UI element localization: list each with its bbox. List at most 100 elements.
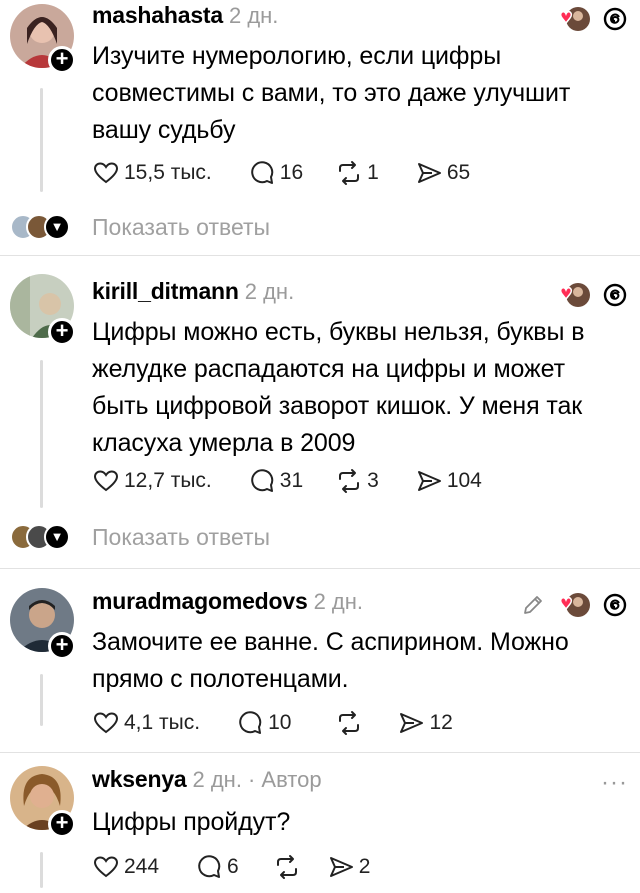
heart-with-avatar-icon bbox=[556, 590, 592, 620]
threads-logo-icon[interactable] bbox=[602, 6, 628, 32]
like-button[interactable]: 4,1 тыс. bbox=[92, 709, 200, 737]
timestamp: 2 дн. bbox=[313, 589, 364, 614]
comment-3: + muradmagomedovs 2 дн. Замочите ее ванн… bbox=[0, 582, 640, 750]
chevron-down-icon: ▼ bbox=[44, 214, 70, 240]
like-button[interactable]: 15,5 тыс. bbox=[92, 159, 212, 187]
reply-count: 6 bbox=[227, 855, 239, 878]
share-button[interactable]: 2 bbox=[327, 853, 371, 881]
like-count: 4,1 тыс. bbox=[124, 711, 201, 734]
reply-avatars: ▼ bbox=[10, 214, 80, 240]
heart-outline-icon bbox=[93, 856, 119, 878]
share-button[interactable]: 12 bbox=[397, 709, 453, 737]
comment-1: + mashahasta 2 дн. Изучите нумерологию, … bbox=[0, 0, 640, 254]
heart-with-avatar-icon bbox=[556, 4, 592, 34]
reply-button[interactable]: 6 bbox=[195, 853, 239, 881]
repost-count: 1 bbox=[367, 161, 379, 184]
more-dots-icon[interactable]: ··· bbox=[601, 769, 628, 797]
chevron-down-icon: ▼ bbox=[44, 524, 70, 550]
reply-button[interactable]: 16 bbox=[248, 159, 303, 187]
heart-with-avatar-icon bbox=[556, 280, 592, 310]
repost-arrows-icon bbox=[339, 161, 360, 185]
reply-count: 31 bbox=[279, 469, 304, 492]
comment-header: muradmagomedovs 2 дн. bbox=[92, 588, 363, 622]
reply-button[interactable]: 31 bbox=[248, 467, 303, 495]
like-button[interactable]: 12,7 тыс. bbox=[92, 467, 212, 495]
show-replies-link[interactable]: Показать ответы bbox=[92, 524, 270, 551]
username[interactable]: mashahasta bbox=[92, 2, 223, 29]
thread-line bbox=[40, 674, 43, 726]
divider bbox=[0, 568, 640, 569]
show-replies-row[interactable]: ▼ Показать ответы bbox=[10, 522, 270, 552]
send-icon bbox=[329, 857, 353, 877]
share-count: 104 bbox=[446, 469, 482, 492]
send-icon bbox=[400, 713, 424, 733]
show-replies-row[interactable]: ▼ Показать ответы bbox=[10, 212, 270, 242]
divider bbox=[0, 752, 640, 753]
like-count: 244 bbox=[124, 855, 160, 878]
speech-bubble-icon bbox=[250, 161, 273, 184]
timestamp: 2 дн. bbox=[228, 3, 279, 28]
pencil-icon[interactable] bbox=[520, 592, 546, 618]
thread-line bbox=[40, 852, 43, 888]
share-count: 12 bbox=[429, 711, 453, 734]
comment-meta-icons bbox=[546, 4, 628, 34]
repost-button[interactable]: 3 bbox=[335, 467, 379, 495]
heart-outline-icon bbox=[93, 712, 119, 734]
reply-button[interactable]: 10 bbox=[236, 709, 291, 737]
author-tag: · Автор bbox=[247, 767, 322, 792]
action-bar: 15,5 тыс. 16 1 65 bbox=[92, 158, 470, 188]
heart-outline-icon bbox=[93, 470, 119, 492]
speech-bubble-icon bbox=[198, 855, 221, 878]
show-replies-link[interactable]: Показать ответы bbox=[92, 214, 270, 241]
divider bbox=[0, 255, 640, 256]
like-button[interactable]: 244 bbox=[92, 853, 159, 881]
repost-button[interactable] bbox=[335, 709, 367, 737]
repost-arrows-icon bbox=[339, 711, 360, 735]
comment-meta-icons: ··· bbox=[591, 768, 628, 798]
comment-meta-icons bbox=[546, 280, 628, 310]
send-icon bbox=[417, 471, 441, 491]
repost-count: 3 bbox=[367, 469, 379, 492]
comment-header: mashahasta 2 дн. bbox=[92, 2, 278, 36]
follow-button[interactable]: + bbox=[48, 632, 76, 660]
threads-logo-icon[interactable] bbox=[602, 592, 628, 618]
share-count: 2 bbox=[358, 855, 371, 878]
username[interactable]: muradmagomedovs bbox=[92, 588, 308, 615]
action-bar: 12,7 тыс. 31 3 104 bbox=[92, 466, 482, 496]
follow-button[interactable]: + bbox=[48, 318, 76, 346]
heart-outline-icon bbox=[93, 162, 119, 184]
action-bar: 4,1 тыс. 10 12 bbox=[92, 708, 453, 738]
threads-logo-icon[interactable] bbox=[602, 282, 628, 308]
timestamp: 2 дн. bbox=[244, 279, 295, 304]
repost-button[interactable]: 1 bbox=[335, 159, 379, 187]
speech-bubble-icon bbox=[239, 711, 262, 734]
like-count: 15,5 тыс. bbox=[124, 161, 212, 184]
comment-text: Изучите нумерологию, если цифры совмести… bbox=[92, 42, 571, 144]
comment-header: kirill_ditmann 2 дн. bbox=[92, 278, 294, 312]
timestamp: 2 дн. bbox=[192, 767, 242, 792]
send-icon bbox=[417, 163, 441, 183]
comment-text: Цифры пройдут? bbox=[92, 808, 291, 836]
follow-button[interactable]: + bbox=[48, 46, 76, 74]
thread-line bbox=[40, 360, 43, 508]
comment-4: + wksenya 2 дн. · Автор ··· Цифры пройду… bbox=[0, 760, 640, 893]
reply-avatars: ▼ bbox=[10, 524, 80, 550]
speech-bubble-icon bbox=[250, 469, 273, 492]
share-button[interactable]: 65 bbox=[415, 159, 470, 187]
username[interactable]: kirill_ditmann bbox=[92, 278, 239, 305]
repost-arrows-icon bbox=[339, 469, 360, 493]
thread-line bbox=[40, 88, 43, 192]
comment-text: Цифры можно есть, буквы нельзя, буквы в … bbox=[92, 318, 585, 457]
repost-button[interactable] bbox=[273, 853, 305, 881]
reply-count: 10 bbox=[268, 711, 292, 734]
like-count: 12,7 тыс. bbox=[124, 469, 212, 492]
share-count: 65 bbox=[446, 161, 471, 184]
comment-header: wksenya 2 дн. · Автор bbox=[92, 766, 322, 800]
action-bar: 244 6 2 bbox=[92, 852, 370, 882]
share-button[interactable]: 104 bbox=[415, 467, 482, 495]
follow-button[interactable]: + bbox=[48, 810, 76, 838]
username[interactable]: wksenya bbox=[92, 766, 187, 793]
repost-arrows-icon bbox=[276, 855, 297, 879]
reply-count: 16 bbox=[279, 161, 304, 184]
comment-text: Замочите ее ванне. С аспирином. Можно пр… bbox=[92, 628, 569, 693]
